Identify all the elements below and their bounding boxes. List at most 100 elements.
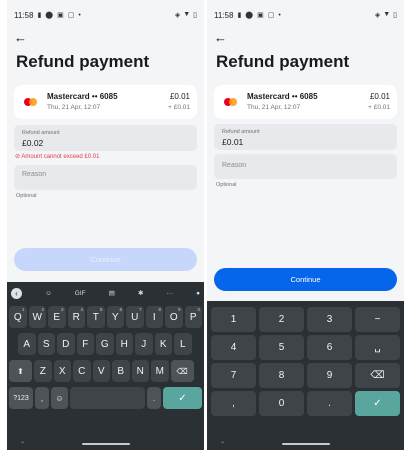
backspace-key-icon[interactable]: ⌫ <box>355 363 400 388</box>
payment-amount: £0.01 <box>369 92 390 101</box>
key-d[interactable]: D <box>57 333 75 355</box>
numpad-key-7[interactable]: 7 <box>211 363 256 388</box>
mastercard-logo-icon <box>224 98 237 106</box>
mastercard-logo-icon <box>24 98 37 106</box>
home-gesture-bar[interactable] <box>282 443 330 445</box>
key-s-label: S <box>42 338 50 350</box>
payment-sub-amount: + £0.01 <box>168 104 190 111</box>
more-options-button[interactable]: ··· <box>166 290 173 297</box>
back-arrow-icon[interactable]: ← <box>214 30 227 45</box>
numpad-key-5[interactable]: 5 <box>259 335 304 360</box>
key-g[interactable]: G <box>96 333 114 355</box>
key-x-label: X <box>58 365 66 377</box>
dot-icon: • <box>278 11 281 19</box>
home-gesture-bar[interactable] <box>82 443 130 445</box>
key-f[interactable]: F <box>76 333 94 355</box>
key-j[interactable]: J <box>135 333 153 355</box>
key-d-label: D <box>62 338 70 350</box>
key-a[interactable]: A <box>18 333 36 355</box>
key-o[interactable]: O9 <box>165 306 183 328</box>
microphone-icon[interactable]: ● <box>196 290 200 297</box>
emoji-key-icon[interactable]: ☺ <box>51 387 68 409</box>
period-key[interactable]: . <box>307 391 352 416</box>
chevron-down-icon[interactable]: ⌄ <box>20 438 25 445</box>
payment-card: Mastercard •• 6085 Thu, 21 Apr, 12:07 £0… <box>214 85 397 119</box>
key-k[interactable]: K <box>154 333 172 355</box>
phone-left: 11:58 ▮ ⬤ ▣ ▢ • ◈ ▼ ▯ ← Refund payment M… <box>7 0 204 450</box>
space-key[interactable] <box>70 387 145 409</box>
vibrate-icon: ◈ <box>174 12 181 19</box>
payment-date: Thu, 21 Apr, 12:07 <box>247 104 301 111</box>
backspace-key-icon[interactable]: ⌫ <box>170 360 194 382</box>
page-title: Refund payment <box>16 52 150 71</box>
back-arrow-icon[interactable]: ← <box>14 30 27 45</box>
key-b[interactable]: B <box>112 360 130 382</box>
reason-field[interactable]: Reason <box>14 165 197 190</box>
gif-button[interactable]: GIF <box>75 290 86 297</box>
numpad-key-9[interactable]: 9 <box>307 363 352 388</box>
chevron-down-icon[interactable]: ⌄ <box>220 438 225 445</box>
period-key[interactable]: . <box>147 387 161 409</box>
numeric-keyboard: 1 2 3− 4 5 6 ␣ 7 8 9 ⌫ , 0. ✓ ⌄ <box>207 301 404 450</box>
key-v[interactable]: V <box>92 360 110 382</box>
payment-sub-amount: + £0.01 <box>368 104 390 111</box>
payment-card: Mastercard •• 6085 Thu, 21 Apr, 12:07 £0… <box>14 85 197 119</box>
navigation-bar: ⌄ <box>207 438 404 450</box>
refund-amount-field[interactable]: Refund amount £0.01 <box>214 124 397 150</box>
space-key[interactable]: ␣ <box>355 335 400 360</box>
notification-icon: ▢ <box>67 12 75 19</box>
collapse-keyboard-icon[interactable]: ‹ <box>11 287 22 299</box>
settings-gear-icon[interactable]: ✱ <box>138 289 143 297</box>
reason-field[interactable]: Reason <box>214 154 397 179</box>
key-w[interactable]: W2 <box>28 306 46 328</box>
clipboard-icon[interactable]: ▤ <box>109 289 115 297</box>
key-r[interactable]: R4 <box>67 306 85 328</box>
key-p[interactable]: P0 <box>184 306 202 328</box>
key-x[interactable]: X <box>53 360 71 382</box>
key-u[interactable]: U7 <box>126 306 144 328</box>
numpad-key-3[interactable]: 3 <box>307 307 352 332</box>
key-l[interactable]: L <box>174 333 192 355</box>
numpad-key-1[interactable]: 1 <box>211 307 256 332</box>
numpad-key-0[interactable]: 0 <box>259 391 304 416</box>
enter-check-icon[interactable]: ✓ <box>355 391 400 416</box>
key-t[interactable]: T5 <box>87 306 105 328</box>
key-n[interactable]: N <box>131 360 149 382</box>
key-c[interactable]: C <box>73 360 91 382</box>
numpad-key-6[interactable]: 6 <box>307 335 352 360</box>
emoji-sticker-icon[interactable]: ☺ <box>45 290 52 297</box>
numpad-key-4[interactable]: 4 <box>211 335 256 360</box>
key-e-label: E <box>53 311 61 323</box>
comma-key[interactable]: , <box>211 391 256 416</box>
key-s[interactable]: S <box>37 333 55 355</box>
payment-date: Thu, 21 Apr, 12:07 <box>47 104 101 111</box>
key-e[interactable]: E3 <box>48 306 66 328</box>
numpad-key-2[interactable]: 2 <box>259 307 304 332</box>
enter-check-icon[interactable]: ✓ <box>163 387 202 409</box>
key-q[interactable]: Q1 <box>9 306 27 328</box>
minus-key[interactable]: − <box>355 307 400 332</box>
continue-button[interactable]: Continue <box>14 248 197 271</box>
key-m[interactable]: M <box>151 360 169 382</box>
numpad-row-4: , 0. ✓ <box>211 391 400 416</box>
key-t-label: T <box>92 311 99 323</box>
clipboard-icon: ▣ <box>57 12 64 19</box>
comma-key[interactable]: , <box>35 387 49 409</box>
refund-amount-field[interactable]: Refund amount £0.02 <box>14 125 197 151</box>
status-bar: 11:58 ▮ ⬤ ▣ ▢ • ◈ ▼ ▯ <box>14 9 197 21</box>
key-y[interactable]: Y6 <box>106 306 124 328</box>
shift-key-icon[interactable]: ⬆ <box>9 360 32 382</box>
numpad-row-3: 7 8 9 ⌫ <box>211 363 400 388</box>
phone-right: 11:58 ▮ ⬤ ▣ ▢ • ◈ ▼ ▯ ← Refund payment M… <box>207 0 404 450</box>
key-i[interactable]: I8 <box>145 306 163 328</box>
key-z[interactable]: Z <box>34 360 52 382</box>
numpad-key-8[interactable]: 8 <box>259 363 304 388</box>
battery-icon: ▯ <box>393 12 397 19</box>
key-h[interactable]: H <box>115 333 133 355</box>
page: 11:58 ▮ ⬤ ▣ ▢ • ◈ ▼ ▯ ← Refund payment M… <box>0 0 409 450</box>
continue-button[interactable]: Continue <box>214 268 397 291</box>
reason-optional-hint: Optional <box>16 193 37 199</box>
symbols-key[interactable]: ?123 <box>9 387 33 409</box>
key-k-label: K <box>159 338 167 350</box>
key-p-label: P <box>189 311 197 323</box>
